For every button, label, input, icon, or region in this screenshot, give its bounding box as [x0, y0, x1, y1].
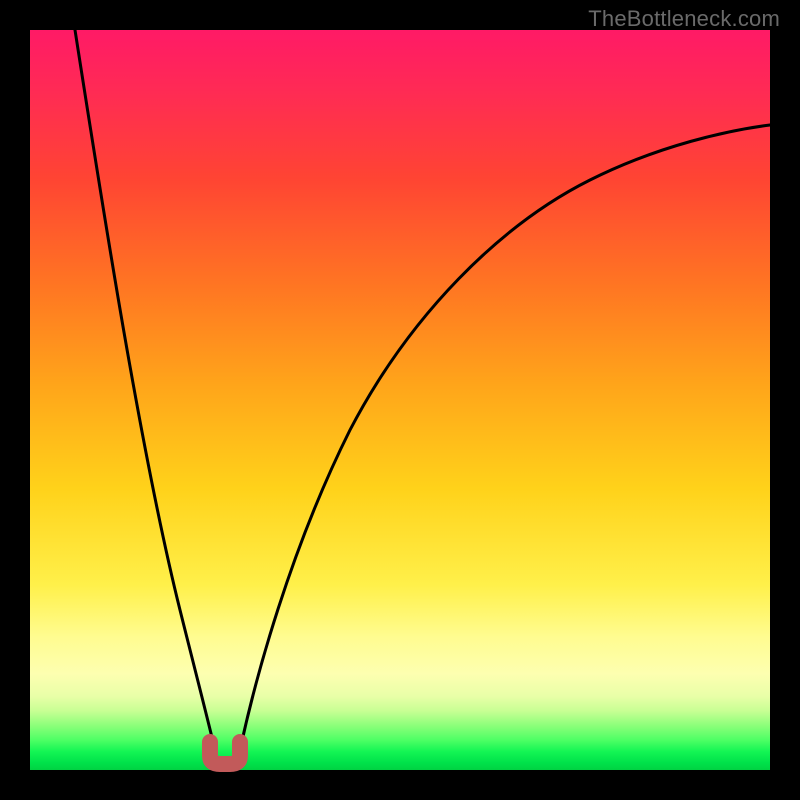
curves-svg: [30, 30, 770, 770]
curve-left-branch: [75, 30, 215, 750]
curve-right-branch: [240, 125, 770, 750]
optimal-cusp-marker: [210, 742, 240, 764]
chart-frame: TheBottleneck.com: [0, 0, 800, 800]
plot-area: [30, 30, 770, 770]
watermark-text: TheBottleneck.com: [588, 6, 780, 32]
